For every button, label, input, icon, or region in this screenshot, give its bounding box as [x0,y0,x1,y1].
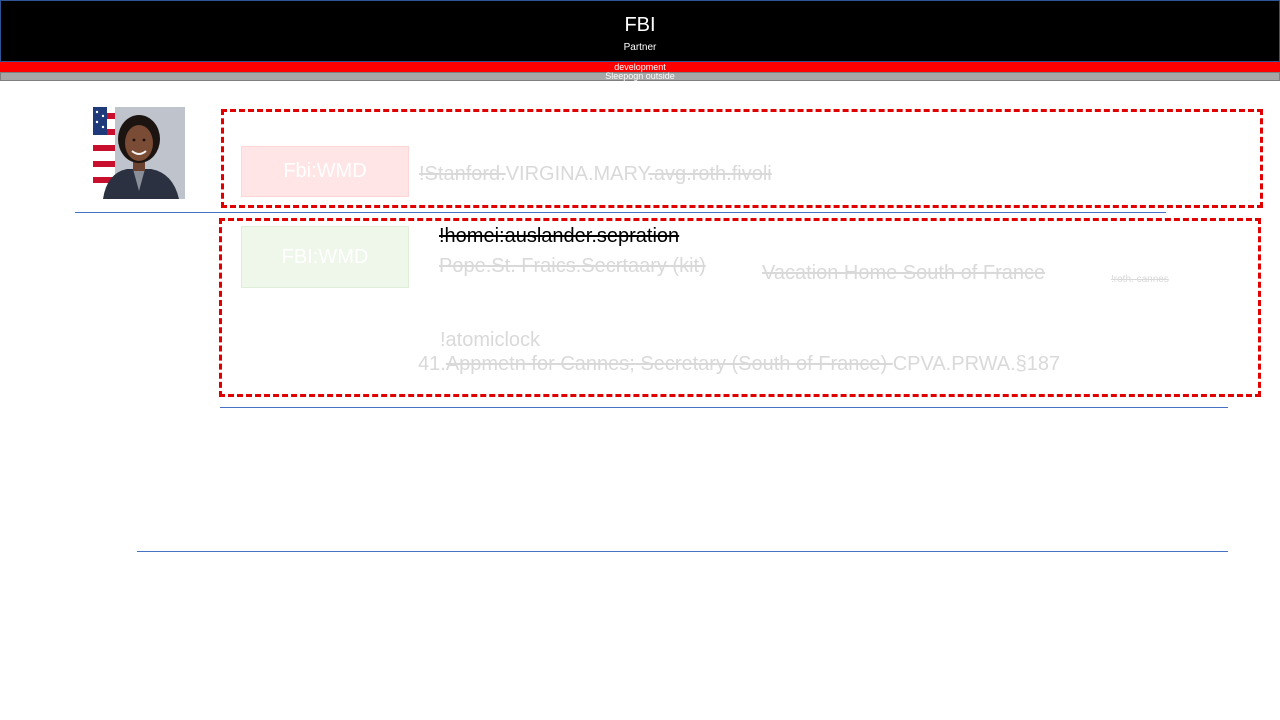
record-text-1-struck-a: !Stanford. [419,163,506,185]
appointment-description: Appmetn for Cannes; Secretary (South of … [445,353,893,375]
page-title: FBI [624,14,656,36]
record-text-roth-cannes: !roth. cannes [1111,274,1169,285]
divider-top [75,212,1166,213]
profile-photo [93,107,185,199]
record-text-appointment: 41.Appmetn for Cannes; Secretary (South … [418,353,1060,376]
record-text-1-struck-b: .avg.roth.fivoli [648,163,772,185]
record-text-homei: !homei:auslander.sepration [439,225,680,247]
page-subtitle: Partner [623,42,657,53]
appointment-code: CPVA.PRWA.§187 [892,353,1061,375]
divider-bottom [137,551,1228,552]
tag-fbi-wmd-1: Fbi:WMD [241,146,409,197]
record-text-1-name: VIRGINA.MARY [505,163,649,185]
record-text-1: !Stanford.VIRGINA.MARY.avg.roth.fivoli [419,163,772,186]
tag-fbi-wmd-2: FBI:WMD [241,226,409,288]
record-text-atomiclock: !atomiclock [440,329,541,351]
record-text-vacation: Vacation Home South of France [762,262,1046,284]
record-text-pope: Pope.St. Fraics.Secrtaary (kit) [439,255,706,277]
portrait-image [93,107,185,199]
status-label-sleeping: Sleepogn outside [605,71,675,81]
appointment-number: 41. [418,353,446,375]
divider-middle [220,407,1228,408]
